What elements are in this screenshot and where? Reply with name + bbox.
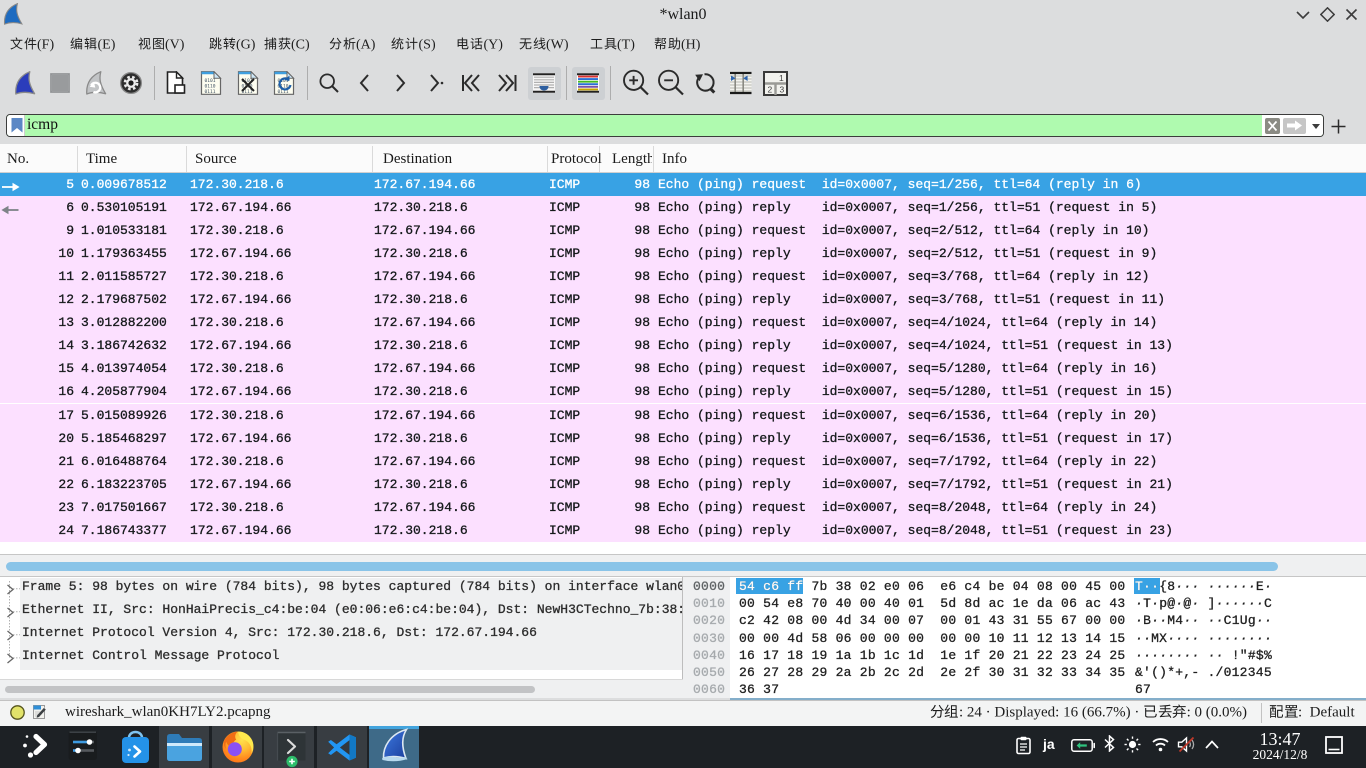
svg-text:0110: 0110 [205, 84, 216, 90]
svg-text:3: 3 [780, 85, 785, 95]
svg-text:2: 2 [768, 85, 773, 95]
svg-text:1: 1 [779, 73, 784, 83]
svg-text:0111: 0111 [205, 89, 216, 95]
svg-text:0101: 0101 [205, 78, 216, 84]
